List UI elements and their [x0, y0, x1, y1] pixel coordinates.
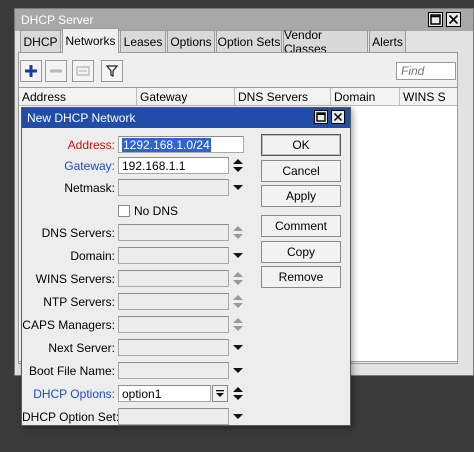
tab-vendor-classes[interactable]: Vendor Classes	[283, 28, 368, 56]
tab-label: Alerts	[372, 34, 403, 49]
address-input[interactable]: 1292.168.1.0/24	[118, 136, 244, 153]
netmask-label: Netmask:	[64, 181, 115, 195]
apply-button[interactable]: Apply	[261, 185, 341, 207]
comment-button[interactable]: Comment	[261, 215, 341, 237]
domain-dropdown-icon[interactable]	[233, 247, 243, 264]
column-header-domain[interactable]: Domain	[331, 88, 400, 106]
column-header-address[interactable]: Address	[19, 88, 137, 106]
tab-label: DHCP	[23, 34, 58, 49]
no-dns-label: No DNS	[134, 204, 179, 218]
minus-icon	[50, 69, 62, 73]
tab-label: Leases	[123, 34, 163, 49]
address-label: Address:	[67, 138, 115, 152]
copy-button[interactable]: Copy	[261, 241, 341, 263]
dropdown-open-icon	[216, 390, 224, 397]
dns-servers-add-remove-icon[interactable]	[232, 224, 244, 241]
dhcp-options-add-remove-icon[interactable]	[232, 385, 244, 402]
dialog-title: New DHCP Network	[27, 111, 136, 125]
next-server-label: Next Server:	[48, 341, 115, 355]
next-server-dropdown-icon[interactable]	[233, 339, 243, 356]
column-label: Domain	[334, 90, 376, 104]
filter-button[interactable]	[101, 60, 123, 82]
column-header-dns-servers[interactable]: DNS Servers	[235, 88, 331, 106]
outer-window-title: DHCP Server	[21, 13, 94, 27]
maximize-icon	[430, 14, 441, 25]
tab-options[interactable]: Options	[167, 30, 215, 52]
domain-input[interactable]	[118, 247, 229, 264]
ntp-servers-add-remove-icon[interactable]	[232, 293, 244, 310]
close-button[interactable]	[446, 12, 461, 27]
add-button[interactable]	[20, 60, 42, 82]
dhcp-option-set-input[interactable]	[118, 408, 229, 425]
column-label: WINS S	[403, 90, 446, 104]
caps-managers-add-remove-icon[interactable]	[232, 316, 244, 333]
dialog-close-button[interactable]	[331, 110, 345, 124]
column-label: Gateway	[140, 90, 188, 104]
netmask-input[interactable]	[118, 179, 229, 196]
boot-file-name-label: Boot File Name:	[28, 364, 115, 378]
dns-servers-input[interactable]	[118, 224, 229, 241]
tab-label: Options	[170, 34, 212, 49]
tab-option-sets[interactable]: Option Sets	[216, 30, 282, 52]
gateway-value: 192.168.1.1	[122, 159, 186, 173]
wins-servers-label: WINS Servers:	[35, 272, 115, 286]
dhcp-option-set-label: DHCP Option Set:	[22, 410, 120, 424]
tab-networks[interactable]: Networks	[62, 28, 119, 53]
maximize-button[interactable]	[428, 12, 443, 27]
ok-button[interactable]: OK	[261, 134, 341, 156]
dialog-maximize-button[interactable]	[314, 110, 328, 124]
maximize-icon	[316, 112, 326, 122]
comment-toolbar-button[interactable]	[72, 60, 94, 82]
caps-managers-input[interactable]	[118, 316, 229, 333]
dhcp-options-value: option1	[122, 387, 162, 401]
boot-file-name-input[interactable]	[118, 362, 229, 379]
tab-leases[interactable]: Leases	[120, 30, 166, 52]
dhcp-options-label: DHCP Options:	[33, 387, 115, 401]
dhcp-option-set-dropdown-icon[interactable]	[233, 408, 243, 425]
boot-file-name-dropdown-icon[interactable]	[233, 362, 243, 379]
dhcp-options-select[interactable]: option1	[118, 385, 211, 402]
wins-servers-add-remove-icon[interactable]	[232, 270, 244, 287]
column-label: Address	[22, 90, 67, 104]
remove-entry-button[interactable]: Remove	[261, 266, 341, 288]
gateway-add-remove-icon[interactable]	[232, 157, 244, 174]
next-server-input[interactable]	[118, 339, 229, 356]
tab-label: Option Sets	[217, 34, 281, 49]
plus-icon	[25, 65, 37, 77]
dialog-title-bar[interactable]: New DHCP Network	[22, 108, 350, 128]
dhcp-options-open-button[interactable]	[212, 385, 228, 402]
tab-label: Networks	[65, 34, 116, 48]
gateway-label: Gateway:	[64, 159, 115, 173]
domain-label: Domain:	[70, 249, 115, 263]
close-icon	[448, 14, 459, 25]
ntp-servers-input[interactable]	[118, 293, 229, 310]
close-icon	[333, 112, 343, 122]
dns-servers-label: DNS Servers:	[41, 226, 115, 240]
column-header-wins-servers[interactable]: WINS S	[400, 88, 457, 106]
tab-alerts[interactable]: Alerts	[369, 30, 406, 52]
find-input[interactable]	[396, 62, 456, 80]
cancel-button[interactable]: Cancel	[261, 160, 341, 182]
new-dhcp-network-dialog: New DHCP Network Address: 1292.168.1.0/2…	[21, 107, 351, 426]
tab-dhcp[interactable]: DHCP	[20, 30, 61, 52]
filter-icon	[106, 65, 118, 77]
netmask-dropdown-icon[interactable]	[233, 179, 243, 196]
address-value: 1292.168.1.0/24	[122, 138, 211, 152]
remove-button[interactable]	[45, 60, 67, 82]
column-header-gateway[interactable]: Gateway	[137, 88, 235, 106]
no-dns-checkbox[interactable]	[118, 205, 130, 217]
wins-servers-input[interactable]	[118, 270, 229, 287]
caps-managers-label: CAPS Managers:	[22, 318, 115, 332]
gateway-input[interactable]: 192.168.1.1	[118, 157, 229, 174]
ntp-servers-label: NTP Servers:	[43, 295, 115, 309]
comment-icon	[76, 66, 90, 76]
column-label: DNS Servers	[238, 90, 309, 104]
